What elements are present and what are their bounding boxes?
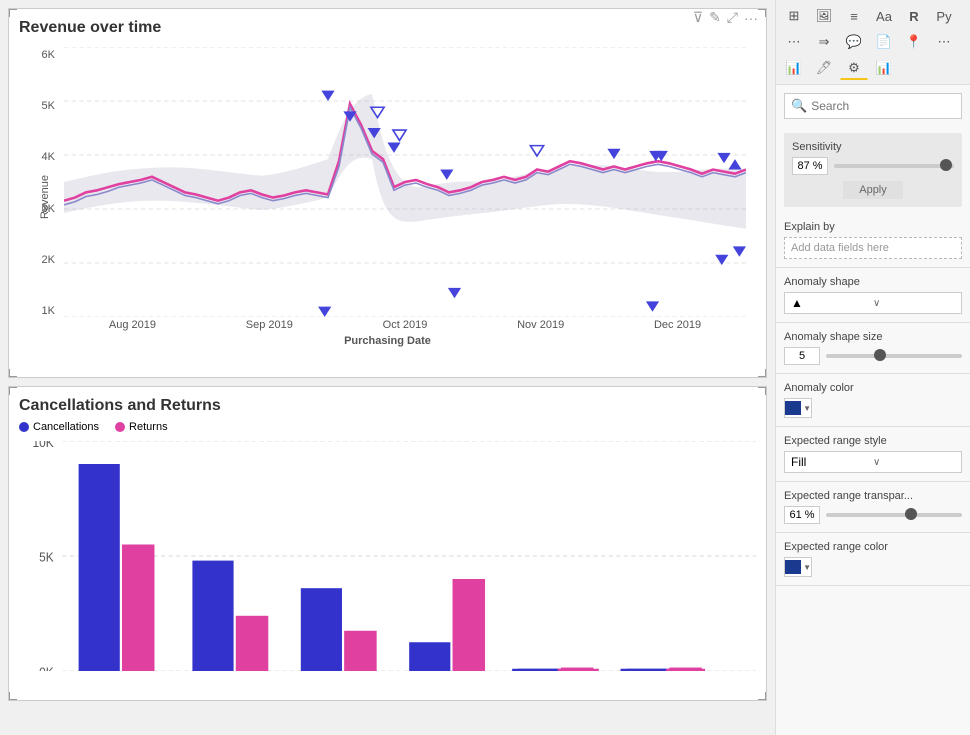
tb-icon-analytics[interactable]: ⚙ <box>840 56 868 80</box>
anomaly-size-thumb <box>874 349 886 361</box>
tb-icon-grid[interactable]: ⊞ <box>780 4 808 28</box>
sensitivity-label: Sensitivity <box>792 141 954 153</box>
corner-bl <box>9 369 17 377</box>
anomaly-color-button[interactable]: ▼ <box>784 398 812 418</box>
x-axis-labels: Aug 2019 Sep 2019 Oct 2019 Nov 2019 Dec … <box>64 319 746 331</box>
expected-range-transparency-section: Expected range transpar... 61 % <box>776 482 970 533</box>
search-input[interactable] <box>811 99 955 113</box>
bar-corner-br <box>758 692 766 700</box>
tb-icon-image[interactable]: 🖼 <box>810 4 838 28</box>
sensitivity-thumb <box>940 159 952 171</box>
right-panel: ⊞ 🖼 ≡ Aa R Py ⋯ ⇒ 💬 📄 📍 ⋯ 📊 🖊 ⚙ 📊 🔍 Sens… <box>775 0 970 735</box>
expected-range-transparency-thumb <box>905 508 917 520</box>
tb-icon-arrow[interactable]: ⇒ <box>810 30 838 54</box>
legend-returns: Returns <box>115 421 168 433</box>
more-icon[interactable]: ··· <box>744 10 758 26</box>
explain-by-label: Explain by <box>784 221 962 233</box>
expected-range-style-value: Fill <box>791 455 873 469</box>
legend-returns-dot <box>115 422 125 432</box>
anomaly-shape-label: Anomaly shape <box>784 276 962 288</box>
tb-icon-text[interactable]: Aa <box>870 4 898 28</box>
tb-icon-more1[interactable]: ⋯ <box>780 30 808 54</box>
corner-br <box>758 369 766 377</box>
legend-returns-label: Returns <box>129 421 168 433</box>
tb-icon-chart[interactable]: 📊 <box>780 56 808 80</box>
toolbar-top: ⊞ 🖼 ≡ Aa R Py ⋯ ⇒ 💬 📄 📍 ⋯ 📊 🖊 ⚙ 📊 <box>776 0 970 85</box>
anomaly-color-arrow: ▼ <box>803 404 811 413</box>
tb-icon-r[interactable]: R <box>900 4 928 28</box>
tb-icon-chart2[interactable]: 📊 <box>870 56 898 80</box>
svg-text:10K: 10K <box>32 441 54 450</box>
expected-range-color-button[interactable]: ▼ <box>784 557 812 577</box>
line-chart-box: Revenue over time ⊽ ✎ ⤢ ··· 6K 5K 4K 3K … <box>8 8 767 378</box>
explain-by-field[interactable]: Add data fields here <box>784 237 962 259</box>
expand-icon[interactable]: ⤢ <box>727 9 738 26</box>
bar-corner-bl <box>9 692 17 700</box>
search-icon: 🔍 <box>791 98 807 114</box>
edit-icon[interactable]: ✎ <box>709 9 721 26</box>
anomaly-size-label: Anomaly shape size <box>784 331 962 343</box>
anomaly-shape-section: Anomaly shape ▲ ∨ <box>776 268 970 323</box>
anomaly-color-section: Anomaly color ▼ <box>776 374 970 427</box>
sensitivity-value[interactable]: 87 % <box>792 157 828 175</box>
explain-by-section: Explain by Add data fields here <box>776 213 970 268</box>
svg-text:5K: 5K <box>39 550 54 564</box>
corner-tl <box>9 9 17 17</box>
expected-range-transparency-row: 61 % <box>784 506 962 524</box>
y-axis-title: Revenue <box>39 175 51 219</box>
expected-range-transparency-slider[interactable] <box>826 513 962 517</box>
tb-icon-py[interactable]: Py <box>930 4 958 28</box>
bar-corner-tr <box>758 387 766 395</box>
line-chart-title: Revenue over time <box>19 19 161 37</box>
expected-range-transparency-value[interactable]: 61 % <box>784 506 820 524</box>
legend-cancellations-dot <box>19 422 29 432</box>
anomaly-size-section: Anomaly shape size 5 <box>776 323 970 374</box>
line-chart-icons: ⊽ ✎ ⤢ ··· <box>693 9 758 26</box>
anomaly-shape-dropdown[interactable]: ▲ ∨ <box>784 292 962 314</box>
svg-text:0K: 0K <box>39 665 54 671</box>
anomaly-size-value[interactable]: 5 <box>784 347 820 365</box>
sensitivity-slider[interactable] <box>834 164 954 168</box>
sensitivity-slider-row: 87 % <box>792 157 954 175</box>
expected-range-style-arrow: ∨ <box>873 457 955 468</box>
bar-chart-area: 10K 5K 0K <box>19 441 756 671</box>
expected-range-color-label: Expected range color <box>784 541 962 553</box>
x-axis-title: Purchasing Date <box>344 335 431 347</box>
anomaly-color-swatch <box>785 401 801 415</box>
main-content: Revenue over time ⊽ ✎ ⤢ ··· 6K 5K 4K 3K … <box>0 0 775 735</box>
expected-range-color-arrow: ▼ <box>803 563 811 572</box>
anomaly-shape-value: ▲ <box>791 296 873 310</box>
svg-container <box>64 47 746 317</box>
legend-cancellations-label: Cancellations <box>33 421 99 433</box>
filter-icon[interactable]: ⊽ <box>693 9 703 26</box>
search-box[interactable]: 🔍 <box>784 93 962 119</box>
bar-chart-title: Cancellations and Returns <box>19 397 756 415</box>
anomaly-size-slider[interactable] <box>826 354 962 358</box>
sensitivity-section: Sensitivity 87 % Apply <box>784 133 962 207</box>
anomaly-size-row: 5 <box>784 347 962 365</box>
corner-tr <box>758 9 766 17</box>
tb-icon-doc[interactable]: 📄 <box>870 30 898 54</box>
tb-icon-pin[interactable]: 📍 <box>900 30 928 54</box>
bar-legend: Cancellations Returns <box>19 421 756 433</box>
bar-chart-box: Cancellations and Returns Cancellations … <box>8 386 767 701</box>
expected-range-color-swatch <box>785 560 801 574</box>
legend-cancellations: Cancellations <box>19 421 99 433</box>
anomaly-color-label: Anomaly color <box>784 382 962 394</box>
expected-range-transparency-label: Expected range transpar... <box>784 490 962 502</box>
bar-corner-tl <box>9 387 17 395</box>
tb-icon-table[interactable]: ≡ <box>840 4 868 28</box>
expected-range-style-dropdown[interactable]: Fill ∨ <box>784 451 962 473</box>
expected-range-style-section: Expected range style Fill ∨ <box>776 427 970 482</box>
anomaly-shape-arrow: ∨ <box>873 298 955 309</box>
tb-icon-more2[interactable]: ⋯ <box>930 30 958 54</box>
tb-icon-brush[interactable]: 🖊 <box>810 56 838 80</box>
expected-range-style-label: Expected range style <box>784 435 962 447</box>
apply-button[interactable]: Apply <box>843 181 903 199</box>
expected-range-color-section: Expected range color ▼ <box>776 533 970 586</box>
tb-icon-chat[interactable]: 💬 <box>840 30 868 54</box>
line-chart-area: 6K 5K 4K 3K 2K 1K Revenue <box>19 47 756 347</box>
